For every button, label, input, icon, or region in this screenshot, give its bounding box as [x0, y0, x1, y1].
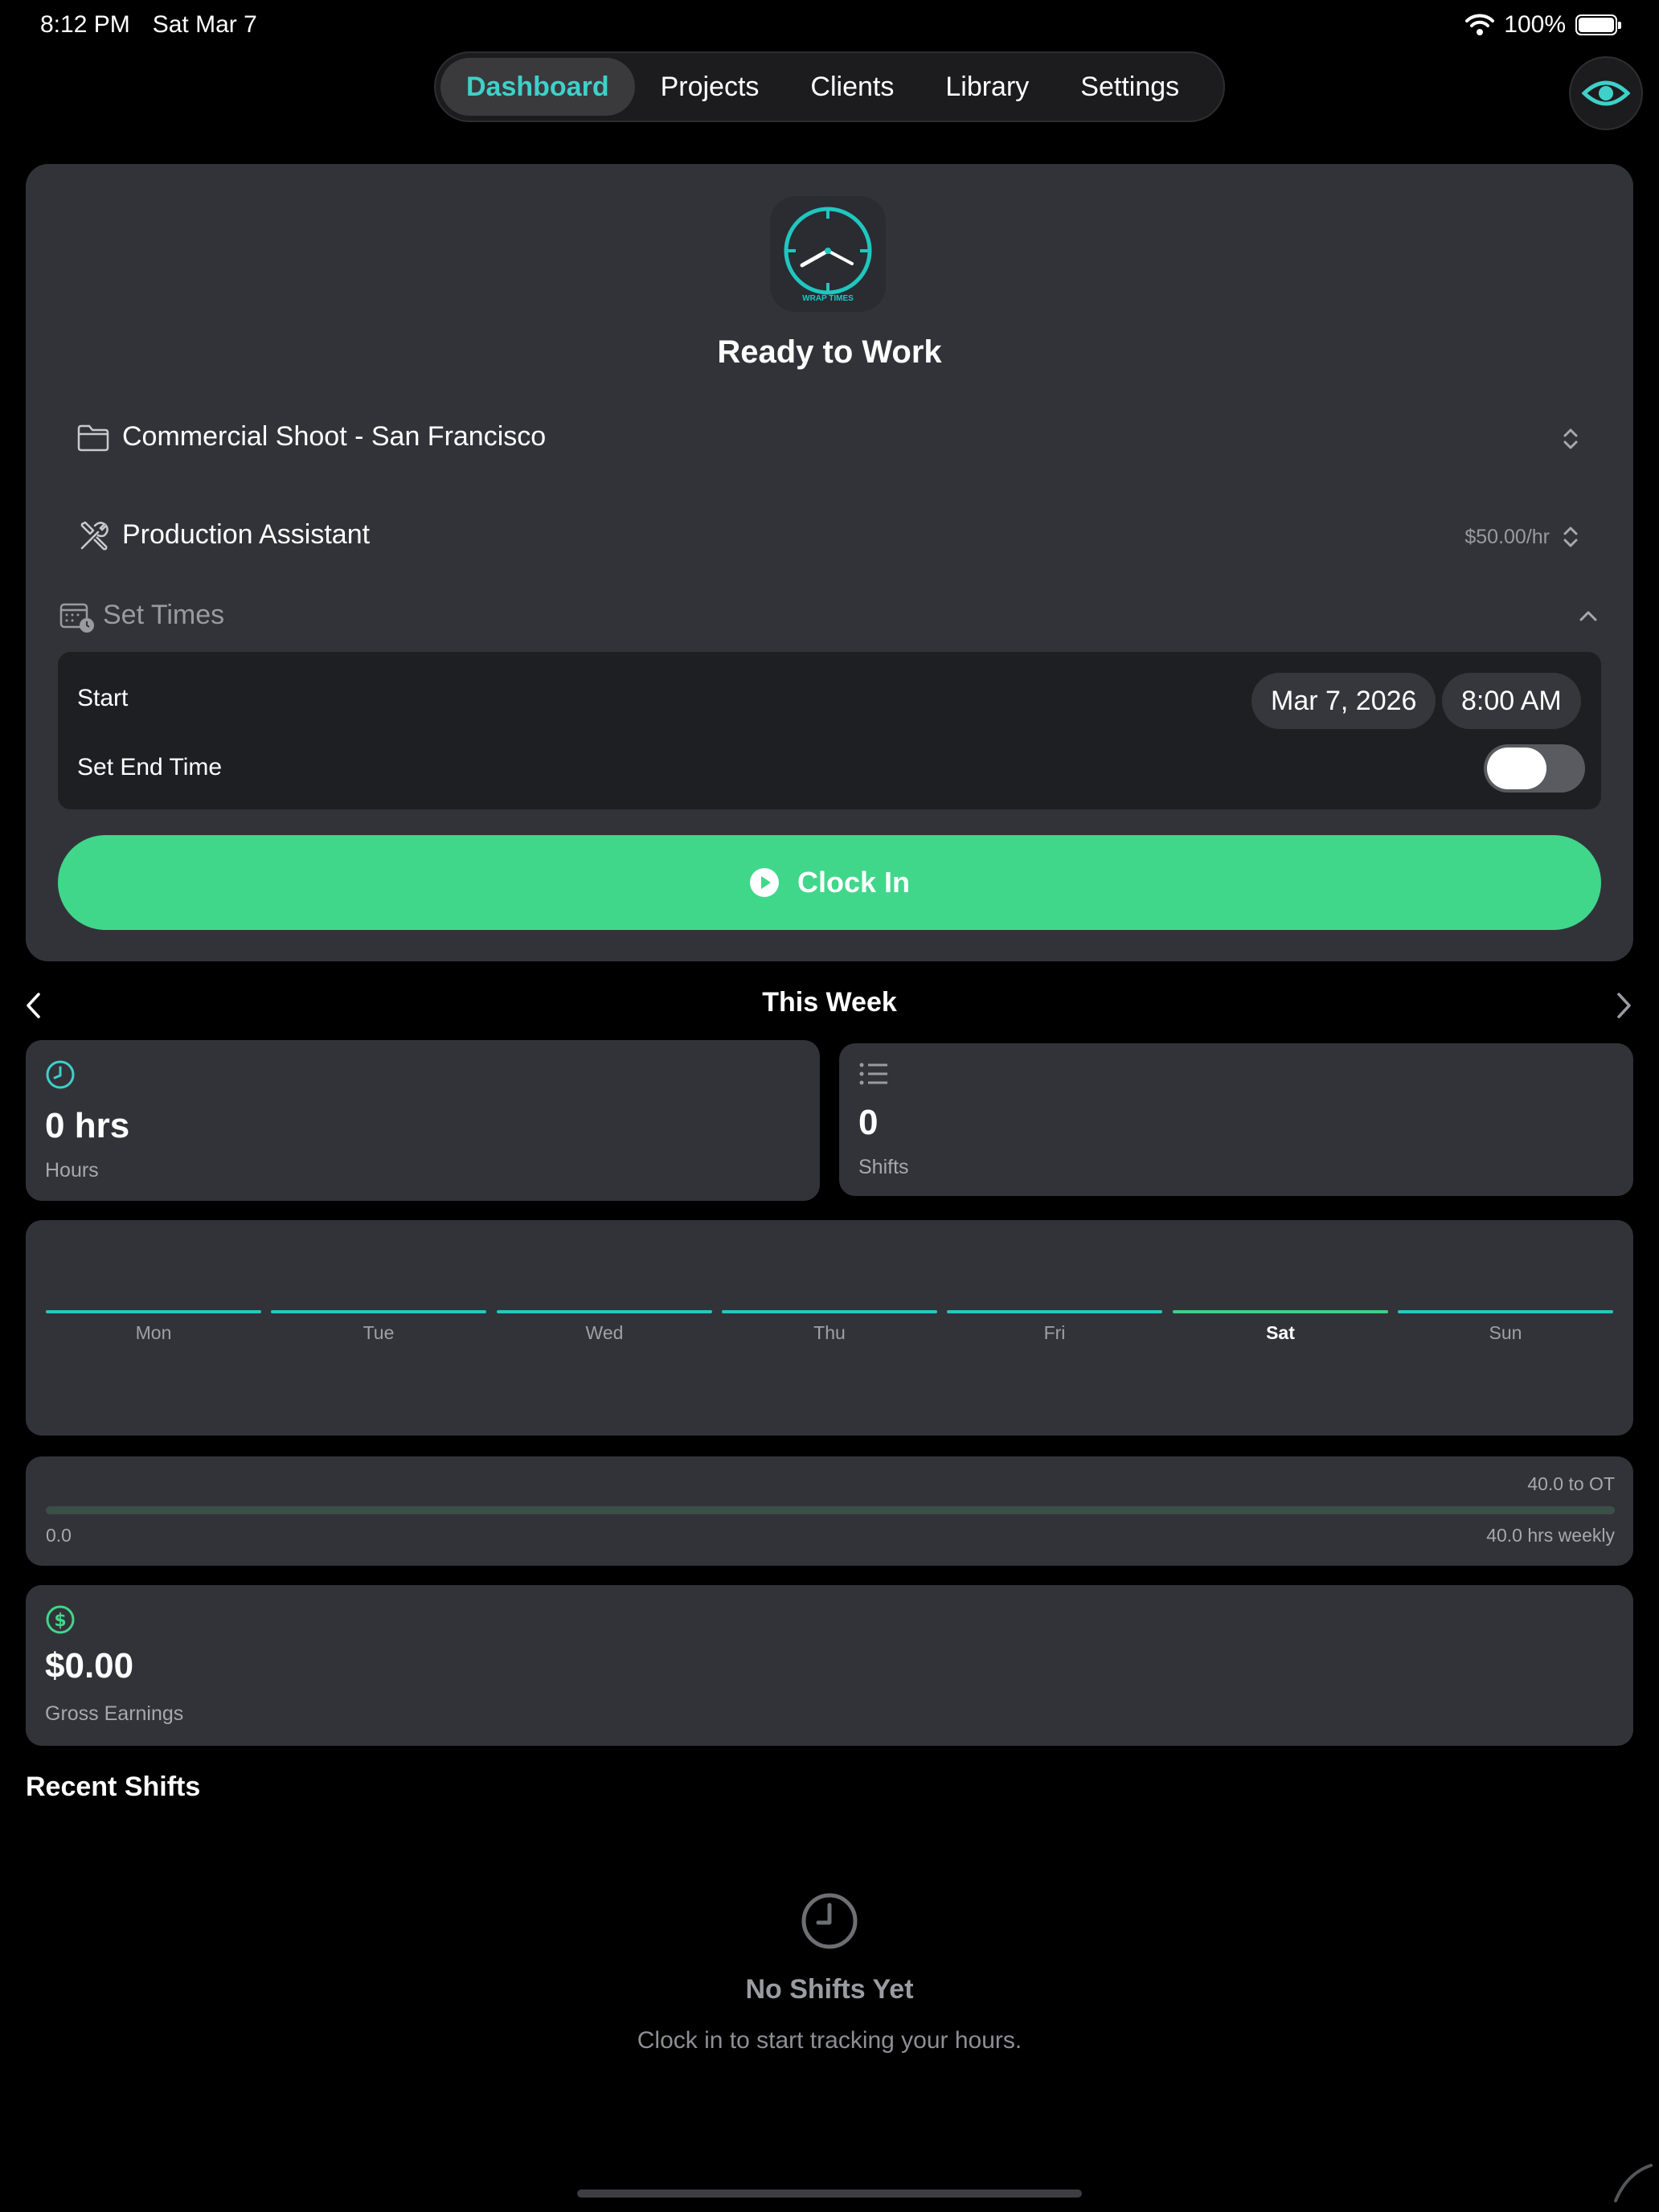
end-time-label: Set End Time — [77, 754, 223, 780]
corner-curve-icon — [1614, 2164, 1653, 2202]
work-status-title: Ready to Work — [717, 334, 942, 370]
tools-icon — [80, 521, 109, 551]
day-bar-sat — [1173, 1310, 1388, 1313]
eye-icon — [1582, 80, 1630, 106]
week-title: This Week — [762, 987, 897, 1018]
wifi-icon — [1465, 14, 1495, 35]
earnings-value: $0.00 — [45, 1646, 134, 1686]
earnings-label: Gross Earnings — [45, 1702, 184, 1725]
day-bar-wed — [497, 1310, 712, 1313]
next-week-button[interactable] — [1616, 992, 1633, 1019]
clock-in-label: Clock In — [797, 866, 911, 899]
tab-dashboard[interactable]: Dashboard — [440, 58, 635, 116]
shifts-value: 0 — [858, 1103, 879, 1142]
clock-icon — [46, 1060, 75, 1089]
start-date-picker[interactable]: Mar 7, 2026 — [1251, 673, 1436, 729]
shifts-card: 0 Shifts — [839, 1043, 1633, 1196]
day-label-sat: Sat — [1266, 1322, 1295, 1343]
privacy-toggle-button[interactable] — [1569, 56, 1643, 130]
set-times-label: Set Times — [103, 600, 225, 630]
folder-icon — [77, 424, 109, 452]
tab-library[interactable]: Library — [920, 58, 1055, 116]
play-circle-icon — [749, 868, 779, 897]
clock-empty-icon — [801, 1893, 858, 1949]
overtime-remaining: 40.0 to OT — [1527, 1473, 1615, 1494]
status-date: Sat Mar 7 — [152, 11, 257, 38]
home-indicator — [577, 2189, 1082, 2198]
role-picker[interactable]: Production Assistant $50.00/hr — [58, 514, 1601, 559]
clock-in-button[interactable]: Clock In — [58, 835, 1601, 930]
day-bar-tue — [271, 1310, 486, 1313]
progress-current: 0.0 — [46, 1525, 72, 1546]
weekly-hours-limit: 40.0 hrs weekly — [1486, 1525, 1615, 1546]
day-bar-fri — [947, 1310, 1162, 1313]
chevron-updown-icon — [1563, 526, 1578, 547]
role-name: Production Assistant — [122, 519, 371, 550]
list-icon — [859, 1063, 887, 1085]
empty-state-title: No Shifts Yet — [745, 1974, 914, 2005]
set-times-toggle[interactable]: Set Times — [58, 595, 1601, 640]
dollar-circle-icon: $ — [46, 1605, 75, 1634]
recent-shifts-title: Recent Shifts — [26, 1772, 201, 1802]
day-label-sun: Sun — [1489, 1322, 1522, 1343]
day-label-tue: Tue — [363, 1322, 395, 1343]
tab-settings[interactable]: Settings — [1055, 58, 1205, 116]
tab-projects[interactable]: Projects — [635, 58, 785, 116]
hours-value: 0 hrs — [45, 1106, 130, 1145]
start-label: Start — [77, 685, 129, 711]
day-label-wed: Wed — [585, 1322, 624, 1343]
logo-text: WRAP TIMES — [802, 294, 854, 303]
top-nav: Dashboard Projects Clients Library Setti… — [434, 51, 1225, 122]
day-bar-thu — [722, 1310, 937, 1313]
status-bar-right: 100% — [1465, 11, 1621, 39]
overtime-progress-bar — [46, 1506, 1615, 1514]
calendar-clock-icon — [59, 603, 94, 633]
project-picker[interactable]: Commercial Shoot - San Francisco — [58, 416, 1601, 461]
hours-card: 0 hrs Hours — [26, 1040, 820, 1201]
day-bar-mon — [46, 1310, 261, 1313]
day-label-thu: Thu — [813, 1322, 846, 1343]
battery-icon — [1575, 14, 1621, 35]
chevron-updown-icon — [1563, 428, 1578, 449]
status-time: 8:12 PM — [40, 11, 130, 38]
hourly-rate: $50.00/hr — [1464, 526, 1550, 548]
clock-logo-icon: WRAP TIMES — [784, 207, 872, 303]
shifts-label: Shifts — [858, 1156, 909, 1178]
switch-knob — [1487, 748, 1546, 789]
day-bar-sun — [1398, 1310, 1613, 1313]
empty-state-subtitle: Clock in to start tracking your hours. — [637, 2027, 1022, 2054]
app-logo: WRAP TIMES — [770, 196, 886, 312]
end-time-switch[interactable] — [1484, 744, 1585, 793]
project-name: Commercial Shoot - San Francisco — [122, 421, 547, 452]
status-bar-left: 8:12 PM Sat Mar 7 — [40, 11, 257, 39]
svg-text:$: $ — [54, 1611, 66, 1631]
hours-label: Hours — [45, 1159, 99, 1182]
chevron-up-icon — [1579, 611, 1597, 621]
earnings-card: $ $0.00 Gross Earnings — [26, 1585, 1633, 1746]
tab-clients[interactable]: Clients — [784, 58, 920, 116]
day-label-mon: Mon — [135, 1322, 172, 1343]
start-time-picker[interactable]: 8:00 AM — [1442, 673, 1581, 729]
battery-percent: 100% — [1504, 11, 1566, 38]
day-label-fri: Fri — [1043, 1322, 1066, 1343]
